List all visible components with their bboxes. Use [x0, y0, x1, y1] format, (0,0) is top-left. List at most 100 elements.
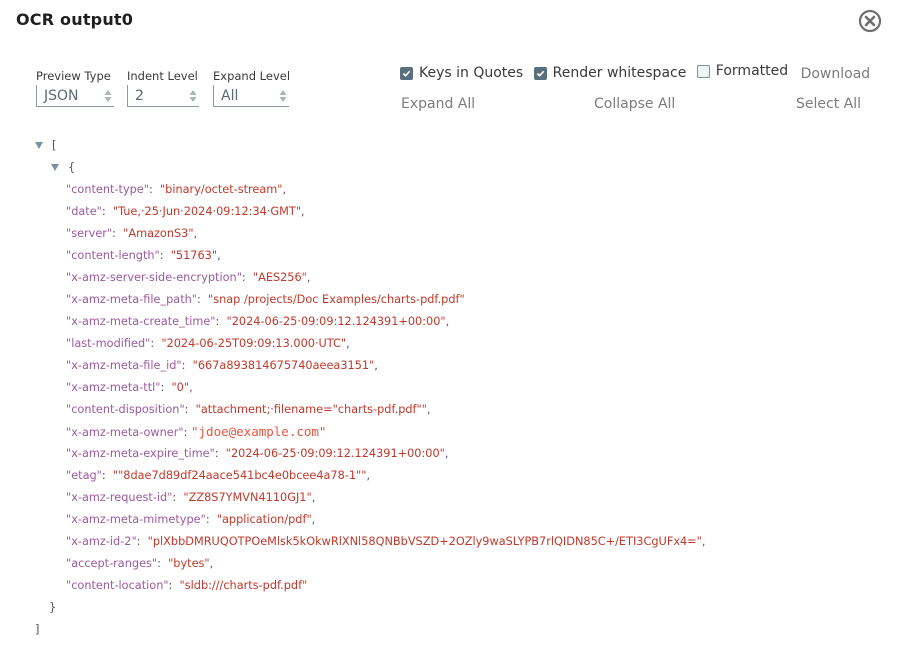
- json-key: "x-amz-request-id": [66, 491, 173, 504]
- json-value: "jdoe@example.com": [191, 424, 327, 439]
- json-entry[interactable]: "content-type": "binary/octet-stream",: [35, 179, 705, 201]
- json-entry[interactable]: "x-amz-id-2": "plXbbDMRUQOTPOeMlsk5kOkwR…: [35, 531, 705, 553]
- expand-all-link[interactable]: Expand All: [401, 96, 475, 112]
- checkmark-icon: [536, 70, 544, 77]
- json-entry[interactable]: "content-location": "sldb:///charts-pdf.…: [35, 575, 705, 597]
- json-entry[interactable]: "x-amz-meta-file_id": "667a893814675740a…: [35, 355, 705, 377]
- json-colon: :: [159, 249, 171, 262]
- object-close-line: }: [35, 597, 705, 619]
- json-entry[interactable]: "x-amz-meta-create_time": "2024-06-25·09…: [35, 311, 705, 333]
- json-key: "x-amz-meta-ttl": [66, 381, 161, 394]
- json-comma: ,: [282, 183, 287, 196]
- json-colon: :: [197, 293, 209, 306]
- render-whitespace-option[interactable]: Render whitespace: [533, 65, 687, 81]
- preview-type-label: Preview Type: [36, 69, 111, 83]
- expand-level-value: All: [221, 88, 239, 104]
- json-entry[interactable]: "etag": ""8dae7d89df24aace541bc4e0bcee4a…: [35, 465, 705, 487]
- json-value: "2024-06-25·09:09:12.124391+00:00": [225, 447, 445, 460]
- json-entries: "content-type": "binary/octet-stream", "d…: [35, 179, 705, 597]
- json-entry[interactable]: "x-amz-meta-owner": "jdoe@example.com": [35, 421, 705, 443]
- array-open-bracket: [: [52, 139, 57, 152]
- json-entry[interactable]: "content-disposition": "attachment;·file…: [35, 399, 705, 421]
- json-comma: ,: [311, 491, 316, 504]
- download-link[interactable]: Download: [801, 66, 871, 82]
- expand-level-select[interactable]: All: [213, 85, 289, 107]
- formatted-label: Formatted: [715, 63, 789, 79]
- json-key: "server": [66, 227, 113, 240]
- options-row: Keys in Quotes Render whitespace Formatt…: [400, 63, 876, 82]
- json-value: "0": [171, 381, 190, 394]
- close-circle-icon[interactable]: [858, 9, 882, 33]
- json-comma: ,: [374, 359, 378, 372]
- json-comma: ,: [366, 469, 371, 482]
- preview-type-select[interactable]: JSON: [36, 85, 114, 107]
- json-comma: ,: [189, 381, 193, 394]
- json-key: "x-amz-server-side-encryption": [66, 271, 242, 284]
- json-key: "x-amz-meta-expire_time": [66, 447, 215, 460]
- json-entry[interactable]: "x-amz-meta-ttl": "0",: [35, 377, 705, 399]
- json-tree: [ { "content-type": "binary/octet-stream…: [35, 135, 705, 641]
- object-open-line: {: [35, 157, 705, 179]
- json-colon: :: [160, 381, 172, 394]
- json-entry[interactable]: "x-amz-meta-expire_time": "2024-06-25·09…: [35, 443, 705, 465]
- spinner-arrows-icon: [279, 90, 287, 102]
- json-colon: :: [241, 271, 253, 284]
- json-key: "accept-ranges": [66, 557, 158, 570]
- keys-in-quotes-option[interactable]: Keys in Quotes: [400, 65, 523, 81]
- json-value: ""8dae7d89df24aace541bc4e0bcee4a78-1"": [112, 469, 367, 482]
- json-entry[interactable]: "date": "Tue,·25·Jun·2024·09:12:34·GMT",: [35, 201, 705, 223]
- array-close-line: ]: [35, 619, 705, 641]
- preview-type-value: JSON: [44, 88, 79, 104]
- json-comma: ,: [445, 315, 450, 328]
- json-value: "ZZ8S7YMVN4110GJ1": [183, 491, 312, 504]
- collapse-toggle-icon[interactable]: [51, 163, 59, 171]
- render-whitespace-checkbox[interactable]: [533, 66, 547, 80]
- select-all-link[interactable]: Select All: [796, 96, 861, 112]
- json-colon: :: [101, 469, 113, 482]
- json-value: "Tue,·25·Jun·2024·09:12:34·GMT": [112, 205, 302, 218]
- collapse-toggle-icon[interactable]: [35, 141, 43, 149]
- json-colon: :: [205, 513, 217, 526]
- json-key: "x-amz-id-2": [66, 535, 137, 548]
- json-value: "2024-06-25·09:09:12.124391+00:00": [226, 315, 446, 328]
- json-colon: :: [112, 227, 124, 240]
- json-entry[interactable]: "x-amz-request-id": "ZZ8S7YMVN4110GJ1",: [35, 487, 705, 509]
- json-key: "x-amz-meta-file_id": [66, 359, 182, 372]
- indent-level-label: Indent Level: [127, 69, 198, 83]
- formatted-option[interactable]: Formatted: [696, 63, 789, 79]
- indent-level-control: Indent Level 2: [127, 69, 199, 107]
- json-colon: :: [172, 491, 184, 504]
- json-key: "x-amz-meta-create_time": [66, 315, 216, 328]
- json-value: "attachment;·filename="charts-pdf.pdf"": [195, 403, 427, 416]
- collapse-all-link[interactable]: Collapse All: [594, 96, 675, 112]
- indent-level-select[interactable]: 2: [127, 85, 199, 107]
- json-entry[interactable]: "x-amz-meta-file_path": "snap /projects/…: [35, 289, 705, 311]
- expand-level-label: Expand Level: [213, 69, 291, 83]
- keys-in-quotes-checkbox[interactable]: [400, 66, 413, 80]
- json-colon: :: [181, 359, 193, 372]
- indent-level-value: 2: [135, 88, 144, 104]
- json-entry[interactable]: "last-modified": "2024-06-25T09:09:13.00…: [35, 333, 705, 355]
- json-colon: :: [148, 183, 160, 196]
- json-colon: :: [157, 557, 169, 570]
- json-entry[interactable]: "content-length": "51763",: [35, 245, 705, 267]
- formatted-checkbox[interactable]: [696, 64, 710, 78]
- json-colon: :: [215, 315, 227, 328]
- json-comma: ,: [444, 447, 449, 460]
- json-entry[interactable]: "server": "AmazonS3",: [35, 223, 705, 245]
- json-value: "2024-06-25T09:09:13.000·UTC": [161, 337, 347, 350]
- json-key: "content-type": [66, 183, 149, 196]
- json-comma: ,: [346, 337, 350, 350]
- json-entry[interactable]: "x-amz-server-side-encryption": "AES256"…: [35, 267, 705, 289]
- object-open-brace: {: [68, 161, 76, 174]
- json-key: "last-modified": [66, 337, 151, 350]
- json-comma: ,: [217, 249, 221, 262]
- render-whitespace-label: Render whitespace: [552, 65, 687, 81]
- json-entry[interactable]: "x-amz-meta-mimetype": "application/pdf"…: [35, 509, 705, 531]
- close-button[interactable]: [858, 9, 882, 33]
- array-close-bracket: ]: [35, 623, 40, 636]
- json-colon: :: [183, 426, 191, 439]
- json-entry[interactable]: "accept-ranges": "bytes",: [35, 553, 705, 575]
- json-colon: :: [168, 579, 180, 592]
- spinner-arrows-icon: [104, 90, 112, 102]
